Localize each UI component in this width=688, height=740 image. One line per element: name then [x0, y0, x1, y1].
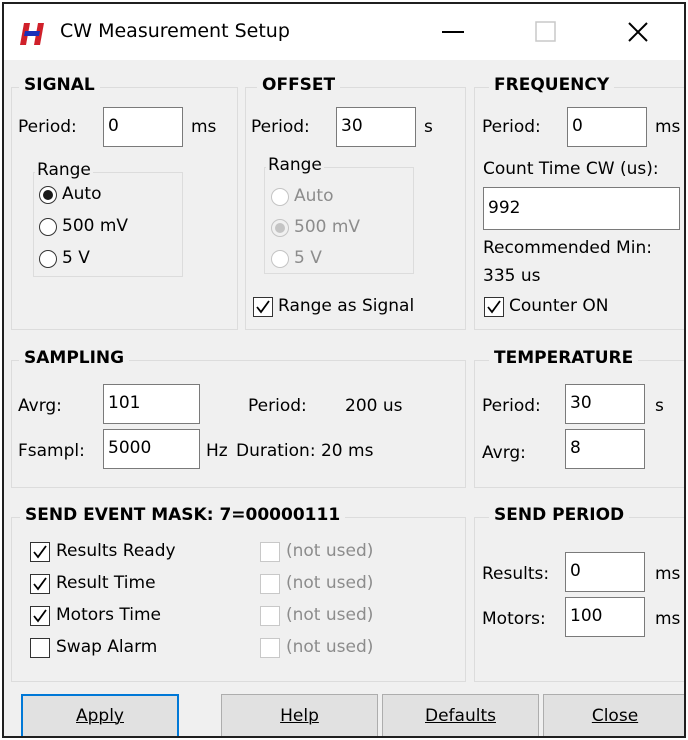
- unused-bit5-label: (not used): [286, 605, 374, 625]
- send-motors-unit: ms: [655, 609, 681, 629]
- signal-period-input[interactable]: 0: [103, 107, 183, 147]
- results-ready-label: Results Ready: [56, 541, 176, 561]
- offset-range-5v-radio[interactable]: [271, 250, 289, 268]
- checkmark-icon: [33, 545, 47, 559]
- counter-on-label: Counter ON: [509, 296, 609, 316]
- temperature-period-label: Period:: [482, 396, 541, 416]
- offset-range-500mv-label: 500 mV: [294, 217, 361, 237]
- minimize-button[interactable]: [408, 4, 500, 60]
- signal-range-auto-label: Auto: [62, 184, 102, 204]
- minimize-icon: [442, 31, 464, 33]
- offset-range-500mv-radio[interactable]: [271, 219, 289, 237]
- frequency-period-label: Period:: [482, 117, 541, 137]
- count-time-label: Count Time CW (us):: [483, 159, 659, 179]
- apply-button[interactable]: Apply: [21, 694, 179, 736]
- checkmark-icon: [33, 609, 47, 623]
- dialog-window: CW Measurement Setup SIGNAL Period: 0 ms…: [2, 2, 686, 738]
- temperature-avrg-input[interactable]: 8: [565, 429, 645, 469]
- sampling-duration-text: Duration: 20 ms: [236, 441, 374, 461]
- signal-range-500mv-label: 500 mV: [62, 216, 129, 236]
- help-button[interactable]: Help: [221, 694, 378, 736]
- range-as-signal-checkbox[interactable]: [253, 297, 273, 317]
- sampling-avrg-input[interactable]: 101: [103, 384, 200, 424]
- offset-period-input[interactable]: 30: [336, 107, 416, 147]
- temperature-period-input[interactable]: 30: [565, 384, 645, 424]
- signal-range-5v-radio[interactable]: [39, 250, 57, 268]
- signal-group-title: SIGNAL: [19, 75, 100, 95]
- result-time-label: Result Time: [56, 573, 156, 593]
- counter-on-checkbox[interactable]: [484, 297, 504, 317]
- signal-range-5v-label: 5 V: [62, 248, 90, 268]
- send-results-input[interactable]: 0: [565, 552, 645, 592]
- temperature-period-unit: s: [655, 396, 664, 416]
- recommended-min-label: Recommended Min:: [483, 238, 652, 258]
- apply-button-label: Apply: [76, 706, 124, 726]
- window-title: CW Measurement Setup: [60, 20, 290, 42]
- maximize-button[interactable]: [500, 4, 592, 60]
- app-logo-icon: [20, 23, 44, 45]
- unused-bit4-checkbox[interactable]: [260, 574, 280, 594]
- signal-period-unit: ms: [191, 117, 217, 137]
- offset-range-auto-radio[interactable]: [271, 188, 289, 206]
- sampling-fsampl-input[interactable]: 5000: [103, 429, 200, 469]
- checkmark-icon: [487, 300, 501, 314]
- close-button[interactable]: Close: [543, 694, 684, 736]
- frequency-group-title: FREQUENCY: [489, 75, 615, 95]
- checkmark-icon: [33, 577, 47, 591]
- close-button-label: Close: [591, 706, 639, 726]
- signal-range-auto-radio[interactable]: [39, 186, 57, 204]
- unused-bit3-label: (not used): [286, 541, 374, 561]
- event-mask-group-title: SEND EVENT MASK: 7=00000111: [20, 505, 346, 525]
- range-as-signal-label: Range as Signal: [278, 296, 415, 316]
- offset-range-auto-label: Auto: [294, 186, 334, 206]
- unused-bit3-checkbox[interactable]: [260, 542, 280, 562]
- swap-alarm-label: Swap Alarm: [56, 637, 158, 657]
- sampling-period-value: 200 us: [345, 396, 403, 416]
- offset-period-unit: s: [424, 117, 433, 137]
- sampling-group-title: SAMPLING: [19, 348, 130, 368]
- close-window-button[interactable]: [592, 4, 684, 60]
- frequency-period-input[interactable]: 0: [567, 107, 647, 147]
- sampling-avrg-label: Avrg:: [18, 396, 62, 416]
- unused-bit4-label: (not used): [286, 573, 374, 593]
- signal-range-500mv-radio[interactable]: [39, 218, 57, 236]
- unused-bit6-label: (not used): [286, 637, 374, 657]
- sampling-fsampl-label: Fsampl:: [18, 441, 85, 461]
- results-ready-checkbox[interactable]: [30, 542, 50, 562]
- sampling-group: [11, 360, 466, 488]
- checkmark-icon: [256, 300, 270, 314]
- offset-group-title: OFFSET: [257, 75, 341, 95]
- send-results-unit: ms: [655, 564, 681, 584]
- temperature-group-title: TEMPERATURE: [489, 348, 639, 368]
- offset-range-5v-label: 5 V: [294, 248, 322, 268]
- count-time-input[interactable]: 992: [483, 187, 680, 230]
- defaults-button-label: Defaults: [425, 706, 496, 726]
- motors-time-label: Motors Time: [56, 605, 161, 625]
- unused-bit6-checkbox[interactable]: [260, 638, 280, 658]
- send-results-label: Results:: [482, 564, 550, 584]
- sampling-period-label: Period:: [248, 396, 307, 416]
- result-time-checkbox[interactable]: [30, 574, 50, 594]
- temperature-avrg-label: Avrg:: [482, 443, 526, 463]
- send-period-group-title: SEND PERIOD: [489, 505, 630, 525]
- signal-period-label: Period:: [18, 117, 77, 137]
- title-bar[interactable]: CW Measurement Setup: [4, 4, 684, 60]
- send-motors-label: Motors:: [482, 609, 546, 629]
- sampling-fsampl-unit: Hz: [206, 441, 228, 461]
- swap-alarm-checkbox[interactable]: [30, 638, 50, 658]
- unused-bit5-checkbox[interactable]: [260, 606, 280, 626]
- offset-period-label: Period:: [251, 117, 310, 137]
- close-icon: [628, 22, 648, 42]
- signal-range-title: Range: [35, 160, 93, 180]
- maximize-icon: [535, 21, 556, 42]
- offset-range-title: Range: [266, 155, 324, 175]
- send-motors-input[interactable]: 100: [565, 597, 645, 637]
- motors-time-checkbox[interactable]: [30, 606, 50, 626]
- help-button-label: Help: [280, 706, 319, 726]
- recommended-min-value: 335 us: [483, 266, 541, 286]
- frequency-period-unit: ms: [655, 117, 681, 137]
- defaults-button[interactable]: Defaults: [382, 694, 539, 736]
